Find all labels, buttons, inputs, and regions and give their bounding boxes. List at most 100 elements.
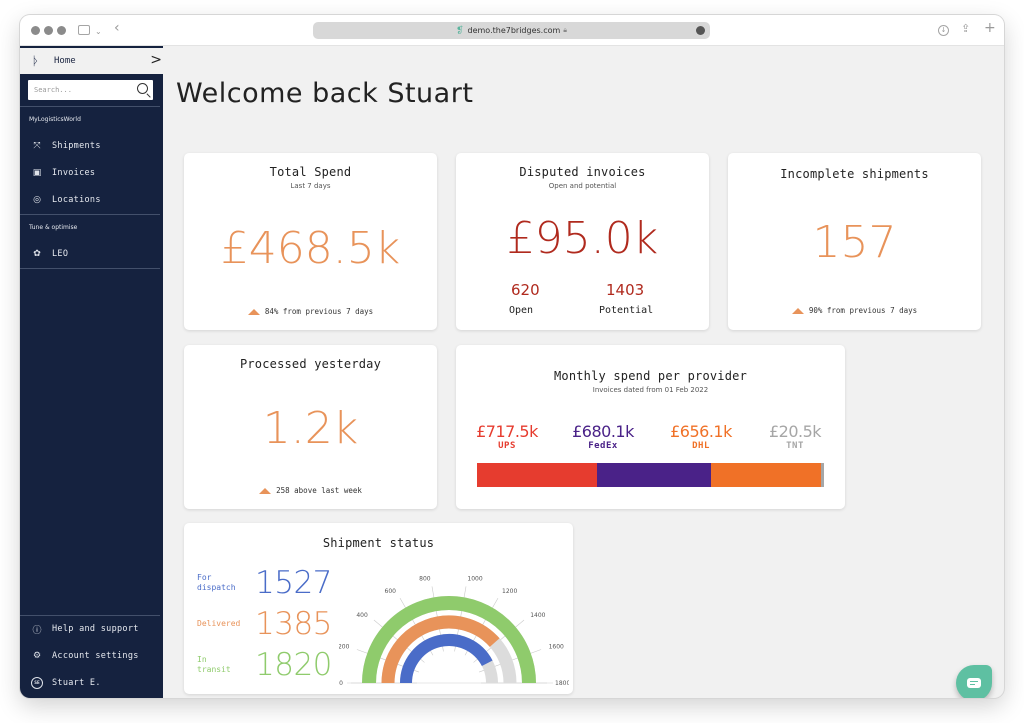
sidebar-item-label: Locations <box>52 195 101 205</box>
sidebar-item-label: Shipments <box>52 141 101 151</box>
back-icon[interactable]: ‹ <box>114 21 120 35</box>
card-title: Shipment status <box>322 536 435 550</box>
sidebar-item-label: Help and support <box>52 624 139 634</box>
minimize-window-button[interactable] <box>44 26 53 35</box>
divider <box>20 214 160 215</box>
status-value: 1385 <box>255 606 332 642</box>
status-row-delivered: Delivered 1385 <box>197 606 332 642</box>
gauge-tick-label: 0 <box>339 680 343 687</box>
potential-count: 1403 <box>606 281 645 299</box>
avatar: SE <box>31 677 43 689</box>
status-label-line: For <box>197 573 212 582</box>
open-label: Open <box>509 305 534 316</box>
processed-yesterday-card[interactable]: Processed yesterday 1.2k 258 above last … <box>184 345 437 509</box>
status-value: 1527 <box>255 565 332 601</box>
chevron-down-icon[interactable]: ⌄ <box>95 25 102 39</box>
more-options-icon[interactable] <box>696 26 705 35</box>
sidebar-toggle-icon[interactable] <box>78 25 90 35</box>
divider <box>20 268 160 269</box>
card-title: Incomplete shipments <box>780 167 929 181</box>
sidebar-item-home[interactable]: ᚦ Home > <box>20 46 163 74</box>
trend-up-icon <box>247 308 260 315</box>
status-label-line: transit <box>197 665 231 674</box>
url-text: demo.the7bridges.com <box>467 26 561 35</box>
disputed-value: £95.0k <box>506 213 659 264</box>
gauge-tick-label: 400 <box>356 612 368 619</box>
browser-toolbar: ⌄ ‹ ❡ demo.the7bridges.com 🔒︎ ↓ ⇪ + <box>20 15 1004 46</box>
card-title: Disputed invoices <box>519 165 646 179</box>
section-label-tune-optimise: Tune & optimise <box>29 224 78 231</box>
card-subtitle: Invoices dated from 01 Feb 2022 <box>592 386 709 394</box>
status-label-line: In <box>197 655 207 664</box>
provider-fedex: £680.1k FedEx <box>568 422 638 451</box>
browser-window: ⌄ ‹ ❡ demo.the7bridges.com 🔒︎ ↓ ⇪ + ᚦ Ho… <box>20 15 1004 698</box>
page-title: Welcome back Stuart <box>176 78 474 109</box>
main-content: Welcome back Stuart Total Spend Last 7 d… <box>163 46 1004 698</box>
bar-segment-fedex <box>597 463 711 487</box>
sidebar: ᚦ Home > MyLogisticsWorld ⤧ Shipments ▣ … <box>20 46 163 698</box>
invoice-icon: ▣ <box>32 168 42 178</box>
help-icon: ⓘ <box>32 625 42 636</box>
provider-name: DHL <box>692 441 710 451</box>
gauge-tick-label: 600 <box>385 588 397 595</box>
bar-segment-dhl <box>710 463 821 487</box>
search-icon[interactable] <box>137 83 148 94</box>
shipment-status-gauge: 0 200 400 600 800 1000 1200 1400 1600 1800 <box>339 576 569 687</box>
trend-text: 84% from previous 7 days <box>264 307 374 316</box>
sidebar-item-label: Home <box>54 56 76 66</box>
close-window-button[interactable] <box>31 26 40 35</box>
gauge-tick-label: 1200 <box>502 588 517 595</box>
search-input[interactable] <box>34 86 134 94</box>
disputed-invoices-card[interactable]: Disputed invoices Open and potential £95… <box>456 153 709 330</box>
provider-dhl: £656.1k DHL <box>666 422 736 451</box>
processed-value: 1.2k <box>262 403 359 454</box>
zoom-window-button[interactable] <box>57 26 66 35</box>
gauge-tick-label: 200 <box>339 644 350 651</box>
provider-name: FedEx <box>588 441 618 451</box>
sidebar-item-user[interactable]: SE Stuart E. <box>20 672 163 694</box>
chevron-right-icon[interactable]: > <box>150 52 162 68</box>
gauge-tick-label: 1800 <box>555 680 569 687</box>
site-favicon-icon: ❡ <box>455 25 464 36</box>
card-title: Total Spend <box>269 165 352 179</box>
chat-icon <box>967 678 981 688</box>
new-tab-icon[interactable]: + <box>984 21 996 35</box>
download-icon[interactable]: ↓ <box>938 25 949 36</box>
shipment-status-card[interactable]: Shipment status For dispatch 1527 Deliver… <box>184 523 573 694</box>
sidebar-item-label: Account settings <box>52 651 139 661</box>
card-subtitle: Open and potential <box>548 182 617 190</box>
trend-text: 90% from previous 7 days <box>808 306 918 315</box>
lock-icon: 🔒︎ <box>563 26 568 34</box>
incomplete-shipments-card[interactable]: Incomplete shipments 157 90% from previo… <box>728 153 981 330</box>
search-field[interactable] <box>28 80 153 100</box>
provider-value: £717.5k <box>476 422 538 441</box>
gauge-tick-label: 1000 <box>467 576 482 583</box>
status-label: Delivered <box>197 619 241 628</box>
gauge-tick-label: 800 <box>419 576 431 583</box>
status-value: 1820 <box>255 647 332 683</box>
location-pin-icon: ◎ <box>33 195 41 205</box>
sidebar-item-invoices[interactable]: ▣ Invoices <box>20 162 163 184</box>
chat-button[interactable] <box>956 665 992 698</box>
expand-arrows-icon: ⤧ <box>33 141 41 151</box>
status-label: In transit <box>197 655 255 675</box>
sidebar-item-account-settings[interactable]: ⚙ Account settings <box>20 645 163 667</box>
monthly-spend-card[interactable]: Monthly spend per provider Invoices date… <box>456 345 845 509</box>
address-bar[interactable]: ❡ demo.the7bridges.com 🔒︎ <box>313 22 710 39</box>
total-spend-card[interactable]: Total Spend Last 7 days £468.5k 84% from… <box>184 153 437 330</box>
sidebar-item-help[interactable]: ⓘ Help and support <box>20 618 163 640</box>
provider-name: UPS <box>498 441 516 451</box>
sidebar-item-leo[interactable]: ✿ LEO <box>20 243 163 265</box>
card-subtitle: Last 7 days <box>290 182 331 190</box>
open-count: 620 <box>511 281 540 299</box>
sidebar-item-shipments[interactable]: ⤧ Shipments <box>20 135 163 157</box>
total-spend-value: £468.5k <box>220 223 401 274</box>
user-name: Stuart E. <box>52 678 101 688</box>
provider-tnt: £20.5k TNT <box>764 422 826 451</box>
status-label-line: dispatch <box>197 583 236 592</box>
sidebar-item-locations[interactable]: ◎ Locations <box>20 189 163 211</box>
trend-text: 258 above last week <box>276 486 362 495</box>
provider-spend-bar <box>477 463 824 487</box>
provider-value: £680.1k <box>572 422 634 441</box>
share-icon[interactable]: ⇪ <box>961 22 970 36</box>
